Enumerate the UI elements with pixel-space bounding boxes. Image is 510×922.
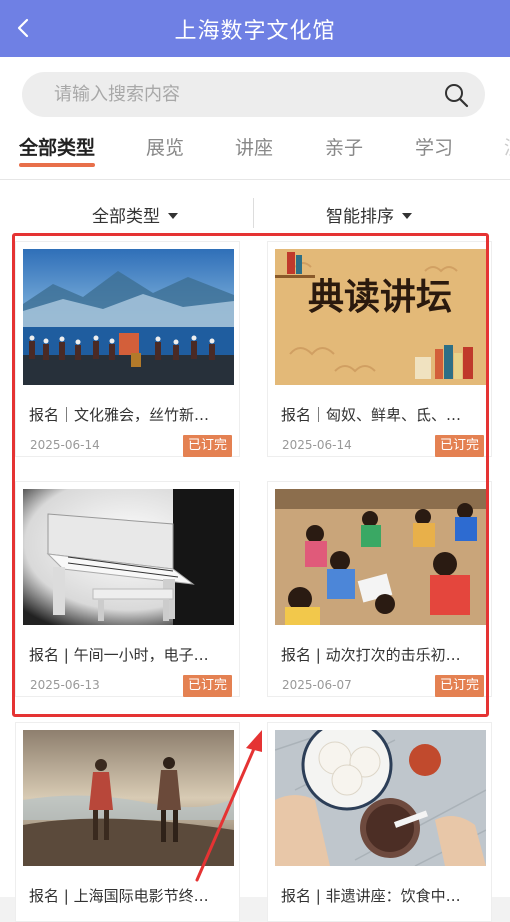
active-tab-underline [19, 163, 96, 167]
activity-date: 2025-06-07 [282, 678, 352, 692]
tab-exhibition[interactable]: 展览 [146, 133, 184, 160]
type-filter-dropdown[interactable]: 全部类型 [92, 202, 178, 227]
tab-label: 演 [504, 137, 510, 159]
tab-parent-child[interactable]: 亲子 [325, 133, 363, 160]
caret-down-icon [402, 213, 412, 219]
search-section: 全部类型 展览 讲座 亲子 学习 演 [0, 57, 510, 179]
tab-study[interactable]: 学习 [415, 133, 453, 160]
tab-label: 讲座 [235, 137, 274, 159]
filter-divider [253, 198, 254, 228]
activity-title: 报名 | 动次打次的击乐初… [281, 646, 461, 664]
app-header: 上海数字文化馆 [0, 0, 510, 57]
sold-out-badge: 已订完 [434, 675, 484, 697]
activity-card[interactable]: 报名｜文化雅会，丝竹新… 2025-06-14 已订完 [15, 241, 240, 457]
activity-card[interactable]: 报名 | 午间一小时，电子… 2025-06-13 已订完 [15, 481, 240, 697]
tab-all-types[interactable]: 全部类型 [19, 133, 96, 167]
poster-title-text: 典读讲坛 [308, 276, 452, 318]
activity-card[interactable]: 报名 | 非遗讲座：饮食中… [267, 722, 492, 922]
sold-out-badge: 已订完 [434, 435, 484, 457]
sort-label: 智能排序 [326, 207, 394, 227]
sort-dropdown[interactable]: 智能排序 [326, 202, 412, 227]
filter-bar: 全部类型 智能排序 [0, 179, 510, 234]
tab-lecture[interactable]: 讲座 [235, 133, 273, 160]
activity-thumbnail-children [275, 489, 486, 625]
activity-thumbnail-poster: 典读讲坛 [275, 249, 486, 385]
activity-thumbnail-beach [23, 730, 234, 866]
activity-date: 2025-06-13 [30, 678, 100, 692]
caret-down-icon [168, 213, 178, 219]
tab-label: 学习 [415, 137, 454, 159]
activity-card[interactable]: 报名 | 动次打次的击乐初… 2025-06-07 已订完 [267, 481, 492, 697]
activity-title: 报名｜匈奴、鲜卑、氐、… [281, 406, 462, 424]
search-input[interactable] [54, 72, 434, 117]
activity-title: 报名 | 非遗讲座：饮食中… [281, 887, 461, 905]
type-filter-label: 全部类型 [92, 207, 160, 227]
activity-thumbnail-organ [23, 489, 234, 625]
tab-performance[interactable]: 演 [504, 133, 510, 160]
activity-card[interactable]: 典读讲坛 报名｜匈奴、鲜卑、氐、… 2025-06-14 已订完 [267, 241, 492, 457]
tab-label: 全部类型 [19, 137, 96, 159]
search-bar[interactable] [22, 72, 485, 117]
activity-title: 报名 | 午间一小时，电子… [29, 646, 209, 664]
activity-thumbnail-buns [275, 730, 486, 866]
sold-out-badge: 已订完 [182, 675, 232, 697]
page-title: 上海数字文化馆 [174, 19, 336, 44]
activity-date: 2025-06-14 [282, 438, 352, 452]
activity-title: 报名｜文化雅会，丝竹新… [29, 406, 210, 424]
tab-label: 展览 [146, 137, 185, 159]
activity-card[interactable]: 报名 | 上海国际电影节终… [15, 722, 240, 922]
activity-date: 2025-06-14 [30, 438, 100, 452]
activity-thumbnail-orchestra [23, 249, 234, 385]
search-icon[interactable] [443, 82, 469, 108]
sold-out-badge: 已订完 [182, 435, 232, 457]
activity-title: 报名 | 上海国际电影节终… [29, 887, 209, 905]
category-tabs: 全部类型 展览 讲座 亲子 学习 演 [0, 133, 510, 177]
tab-label: 亲子 [325, 137, 364, 159]
